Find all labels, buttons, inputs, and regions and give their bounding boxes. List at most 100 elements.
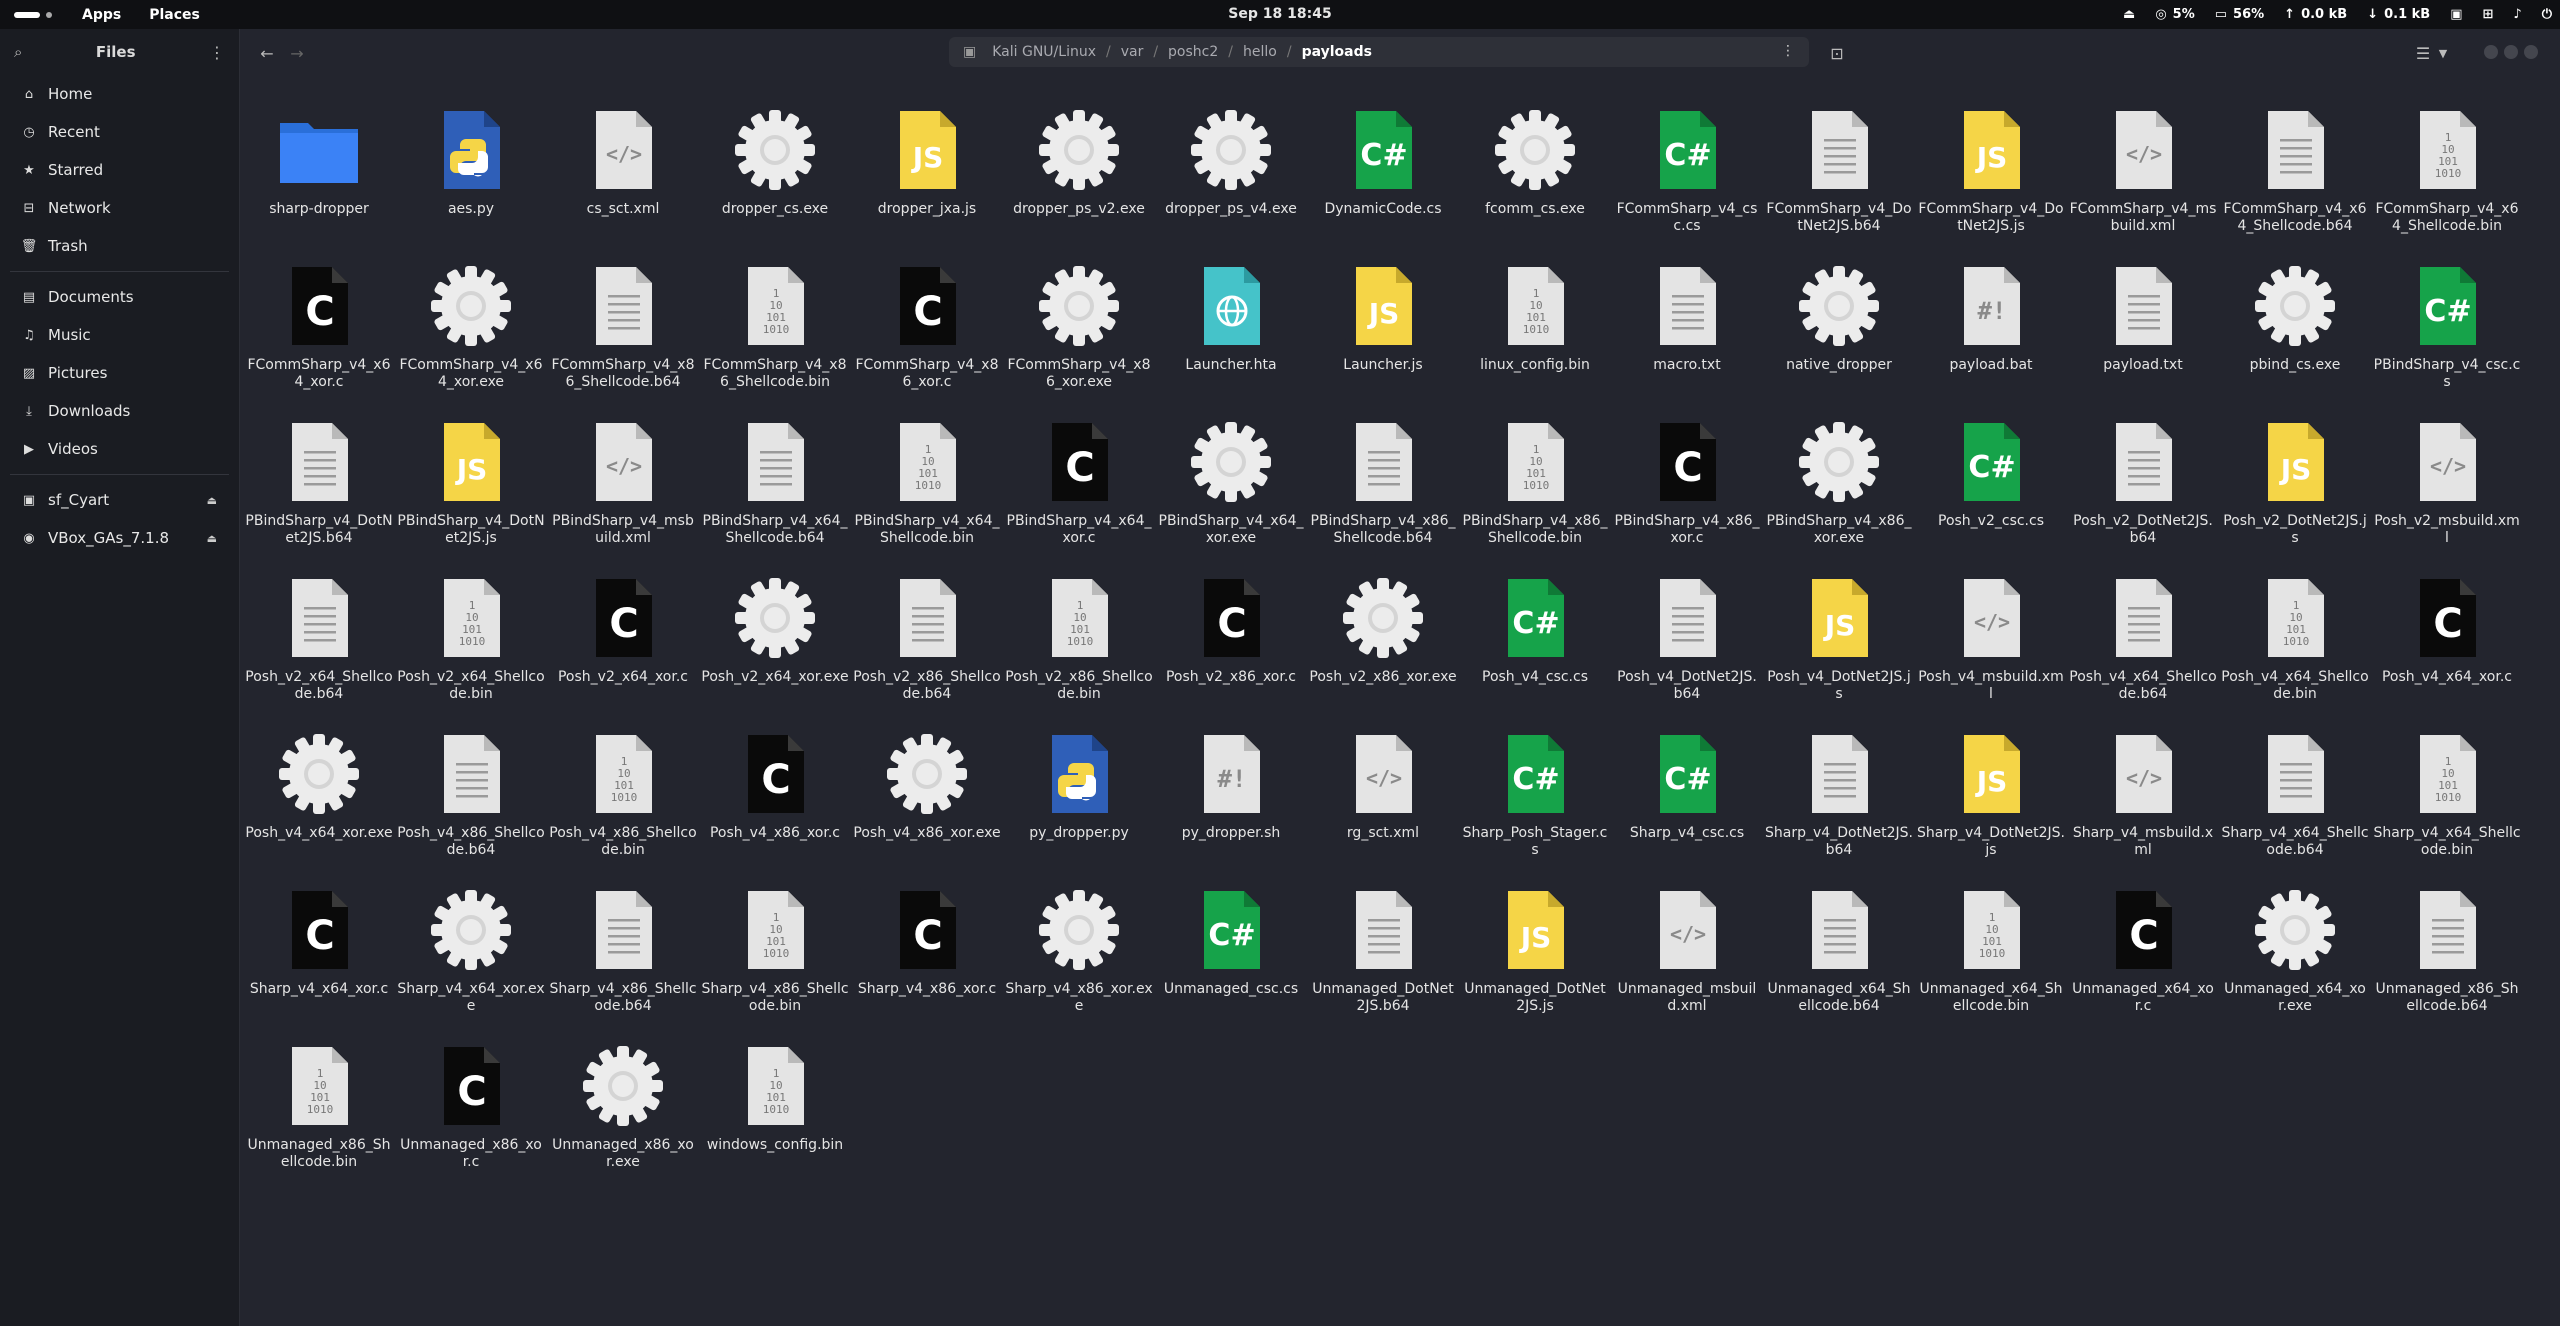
file-item[interactable]: JS Unmanaged_DotNet2JS.js <box>1461 885 1609 1015</box>
file-item[interactable]: FCommSharp_v4_x64_xor.exe <box>397 261 545 391</box>
chevron-down-icon[interactable]: ▼ <box>2431 41 2455 65</box>
file-item[interactable]: JS Posh_v2_DotNet2JS.js <box>2221 417 2369 547</box>
file-item[interactable]: sharp-dropper <box>245 105 393 218</box>
sidebar-item-vbox-gas-7-1-8[interactable]: ◉ VBox_GAs_7.1.8 ⏏ <box>0 519 239 557</box>
file-item[interactable]: C# FCommSharp_v4_csc.cs <box>1613 105 1761 235</box>
close-button[interactable] <box>2524 45 2538 59</box>
file-item[interactable]: py_dropper.py <box>1005 729 1153 842</box>
eject-icon[interactable]: ⏏ <box>207 494 217 507</box>
breadcrumb-segment[interactable]: var <box>1111 44 1154 60</box>
file-item[interactable]: C# Posh_v4_csc.cs <box>1461 573 1609 686</box>
net-down-indicator[interactable]: ↓ 0.1 kB <box>2367 7 2430 22</box>
file-item[interactable]: C FCommSharp_v4_x86_xor.c <box>853 261 1001 391</box>
file-item[interactable]: C PBindSharp_v4_x86_xor.c <box>1613 417 1761 547</box>
file-item[interactable]: Sharp_v4_x64_xor.exe <box>397 885 545 1015</box>
file-item[interactable]: aes.py <box>397 105 545 218</box>
net-up-indicator[interactable]: ↑ 0.0 kB <box>2284 7 2347 22</box>
file-item[interactable]: C# Sharp_v4_csc.cs <box>1613 729 1761 842</box>
file-item[interactable]: FCommSharp_v4_DotNet2JS.b64 <box>1765 105 1913 235</box>
search-icon[interactable]: ⌕ <box>14 43 22 61</box>
file-item[interactable]: C# Posh_v2_csc.cs <box>1917 417 2065 530</box>
file-item[interactable]: 1 10 101 1010 linux_config.bin <box>1461 261 1609 374</box>
file-item[interactable]: 1 10 101 1010 Sharp_v4_x64_Shellcode.bin <box>2373 729 2521 859</box>
file-item[interactable]: C# Sharp_Posh_Stager.cs <box>1461 729 1609 859</box>
file-item[interactable]: dropper_ps_v2.exe <box>1005 105 1153 218</box>
file-item[interactable]: </> PBindSharp_v4_msbuild.xml <box>549 417 697 547</box>
file-item[interactable]: JS PBindSharp_v4_DotNet2JS.js <box>397 417 545 547</box>
file-item[interactable]: #! payload.bat <box>1917 261 2065 374</box>
file-item[interactable]: Unmanaged_x64_Shellcode.b64 <box>1765 885 1913 1015</box>
sidebar-item-documents[interactable]: ▤ Documents <box>0 278 239 316</box>
file-item[interactable]: FCommSharp_v4_x64_Shellcode.b64 <box>2221 105 2369 235</box>
path-menu-icon[interactable]: ⋮ <box>1781 43 1795 59</box>
upload-indicator-icon[interactable]: ⏏ <box>2123 7 2135 22</box>
file-item[interactable]: 1 10 101 1010 windows_config.bin <box>701 1041 849 1154</box>
file-item[interactable]: PBindSharp_v4_x86_xor.exe <box>1765 417 1913 547</box>
file-item[interactable]: </> FCommSharp_v4_msbuild.xml <box>2069 105 2217 235</box>
file-item[interactable]: C Posh_v4_x64_xor.c <box>2373 573 2521 686</box>
breadcrumb-segment[interactable]: poshc2 <box>1158 44 1228 60</box>
file-item[interactable]: </> cs_sct.xml <box>549 105 697 218</box>
minimize-button[interactable] <box>2484 45 2498 59</box>
breadcrumb-segment[interactable]: Kali GNU/Linux <box>982 44 1106 60</box>
file-item[interactable]: pbind_cs.exe <box>2221 261 2369 374</box>
file-item[interactable]: JS dropper_jxa.js <box>853 105 1001 218</box>
file-item[interactable]: C FCommSharp_v4_x64_xor.c <box>245 261 393 391</box>
file-item[interactable]: Posh_v4_x64_xor.exe <box>245 729 393 842</box>
places-menu[interactable]: Places <box>149 7 200 23</box>
file-item[interactable]: Posh_v2_x64_Shellcode.b64 <box>245 573 393 703</box>
file-item[interactable]: C# DynamicCode.cs <box>1309 105 1457 218</box>
breadcrumb-current[interactable]: payloads <box>1292 44 1382 60</box>
file-item[interactable]: 1 10 101 1010 FCommSharp_v4_x64_Shellcode.bi… <box>2373 105 2521 235</box>
power-icon[interactable]: ⏻ <box>2542 7 2552 22</box>
file-item[interactable]: JS Posh_v4_DotNet2JS.js <box>1765 573 1913 703</box>
sidebar-item-network[interactable]: ⊟ Network <box>0 189 239 227</box>
sidebar-item-trash[interactable]: 🗑 Trash <box>0 227 239 265</box>
file-item[interactable]: </> Posh_v4_msbuild.xml <box>1917 573 2065 703</box>
menu-kebab-icon[interactable]: ⋮ <box>209 43 225 62</box>
file-item[interactable]: </> Posh_v2_msbuild.xml <box>2373 417 2521 547</box>
network-wired-icon[interactable]: ⊞ <box>2483 7 2494 22</box>
file-item[interactable]: JS FCommSharp_v4_DotNet2JS.js <box>1917 105 2065 235</box>
sidebar-item-home[interactable]: ⌂ Home <box>0 75 239 113</box>
new-folder-search-icon[interactable]: ⊡ <box>1825 41 1849 65</box>
file-item[interactable]: Posh_v4_x64_Shellcode.b64 <box>2069 573 2217 703</box>
file-item[interactable]: macro.txt <box>1613 261 1761 374</box>
file-item[interactable]: C Unmanaged_x64_xor.c <box>2069 885 2217 1015</box>
file-item[interactable]: Posh_v4_x86_Shellcode.b64 <box>397 729 545 859</box>
file-item[interactable]: C Unmanaged_x86_xor.c <box>397 1041 545 1171</box>
file-item[interactable]: PBindSharp_v4_x86_Shellcode.b64 <box>1309 417 1457 547</box>
file-item[interactable]: Unmanaged_x86_Shellcode.b64 <box>2373 885 2521 1015</box>
file-item[interactable]: JS Sharp_v4_DotNet2JS.js <box>1917 729 2065 859</box>
file-item[interactable]: 1 10 101 1010 Unmanaged_x86_Shellcode.bin <box>245 1041 393 1171</box>
file-item[interactable]: </> Sharp_v4_msbuild.xml <box>2069 729 2217 859</box>
file-item[interactable]: Posh_v4_x86_xor.exe <box>853 729 1001 842</box>
back-arrow-icon[interactable]: ← <box>255 41 279 65</box>
breadcrumb-segment[interactable]: hello <box>1233 44 1287 60</box>
file-item[interactable]: 1 10 101 1010 Sharp_v4_x86_Shellcode.bin <box>701 885 849 1015</box>
file-item[interactable]: C Posh_v4_x86_xor.c <box>701 729 849 842</box>
file-item[interactable]: Posh_v4_DotNet2JS.b64 <box>1613 573 1761 703</box>
file-item[interactable]: payload.txt <box>2069 261 2217 374</box>
apps-menu[interactable]: Apps <box>82 7 121 23</box>
file-item[interactable]: </> rg_sct.xml <box>1309 729 1457 842</box>
file-item[interactable]: C Posh_v2_x86_xor.c <box>1157 573 1305 686</box>
file-item[interactable]: Sharp_v4_x86_xor.exe <box>1005 885 1153 1015</box>
clock[interactable]: Sep 18 18:45 <box>1228 6 1331 22</box>
file-item[interactable]: Launcher.hta <box>1157 261 1305 374</box>
maximize-button[interactable] <box>2504 45 2518 59</box>
file-item[interactable]: Posh_v2_DotNet2JS.b64 <box>2069 417 2217 547</box>
path-bar[interactable]: ▣ Kali GNU/Linux / var / poshc2/hello / payloa… <box>949 37 1809 67</box>
file-item[interactable]: FCommSharp_v4_x86_Shellcode.b64 <box>549 261 697 391</box>
file-item[interactable]: dropper_ps_v4.exe <box>1157 105 1305 218</box>
file-item[interactable]: 1 10 101 1010 PBindSharp_v4_x86_Shellcode.bi… <box>1461 417 1609 547</box>
sidebar-item-music[interactable]: ♫ Music <box>0 316 239 354</box>
file-item[interactable]: Sharp_v4_DotNet2JS.b64 <box>1765 729 1913 859</box>
file-item[interactable]: PBindSharp_v4_x64_xor.exe <box>1157 417 1305 547</box>
volume-icon[interactable]: ♪ <box>2513 7 2521 22</box>
window-icon[interactable]: ▣ <box>2450 7 2462 22</box>
file-item[interactable]: PBindSharp_v4_DotNet2JS.b64 <box>245 417 393 547</box>
file-item[interactable]: 1 10 101 1010 Posh_v2_x64_Shellcode.bin <box>397 573 545 703</box>
file-item[interactable]: C Posh_v2_x64_xor.c <box>549 573 697 686</box>
sidebar-item-sf-cyart[interactable]: ▣ sf_Cyart ⏏ <box>0 481 239 519</box>
